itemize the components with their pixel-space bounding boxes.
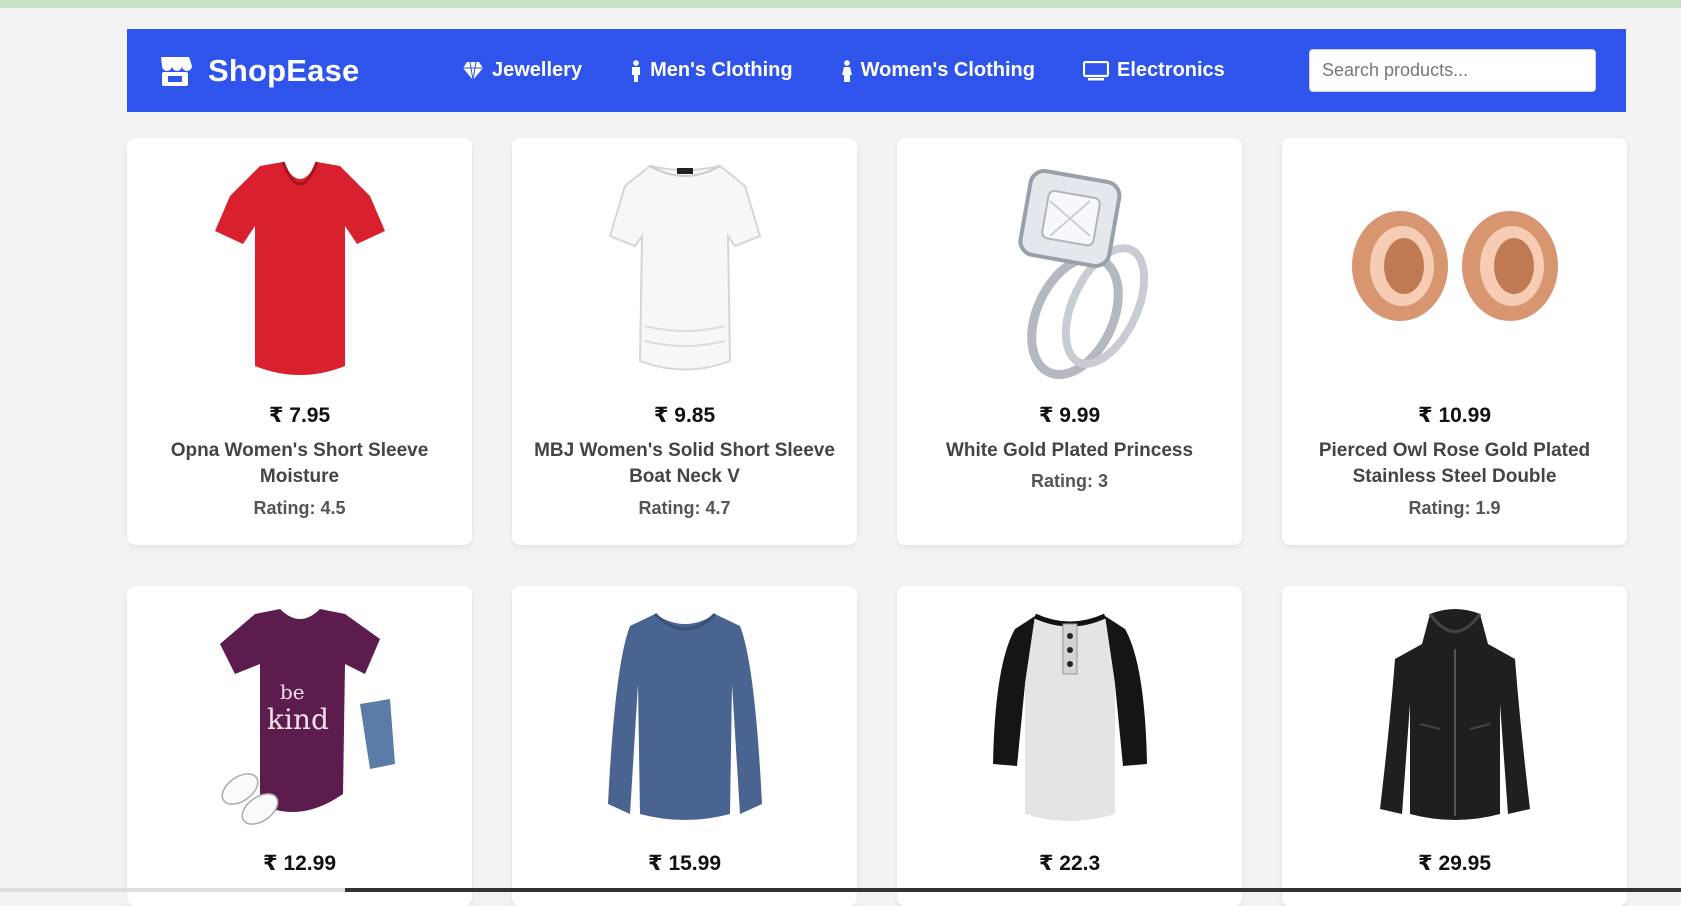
product-price: ₹ 9.99 bbox=[1038, 404, 1101, 427]
product-card[interactable]: ₹ 7.95 Opna Women's Short Sleeve Moistur… bbox=[127, 138, 472, 545]
henley-shirt-image bbox=[992, 613, 1147, 821]
nav-electronics-label: Electronics bbox=[1116, 59, 1225, 81]
bottom-scrollbar[interactable] bbox=[0, 888, 1681, 892]
nav-jewellery[interactable]: Jewellery bbox=[462, 59, 582, 82]
nav-mens-clothing-label: Men's Clothing bbox=[650, 59, 793, 81]
product-title[interactable]: White Gold Plated Princess bbox=[917, 438, 1222, 464]
browser-top-strip bbox=[0, 0, 1681, 8]
white-top-image bbox=[608, 164, 761, 371]
product-price: ₹ 12.99 bbox=[263, 852, 336, 875]
product-title[interactable]: Pierced Owl Rose Gold Plated Stainless S… bbox=[1302, 438, 1607, 490]
black-jacket-image bbox=[1379, 609, 1530, 820]
brand-logo[interactable]: ShopEase bbox=[157, 29, 359, 112]
product-image-purple-tshirt[interactable]: be kind bbox=[127, 604, 472, 834]
product-image-blue-shirt[interactable] bbox=[512, 604, 857, 834]
product-rating: Rating: 3 bbox=[1030, 471, 1108, 491]
rose-gold-plugs-image bbox=[1351, 211, 1558, 321]
scrollbar-thumb[interactable] bbox=[345, 888, 1681, 892]
product-card[interactable]: be kind ₹ 12.99 bbox=[127, 586, 472, 906]
product-price: ₹ 9.85 bbox=[653, 404, 716, 427]
product-price: ₹ 7.95 bbox=[268, 404, 331, 427]
product-card[interactable]: ₹ 22.3 bbox=[897, 586, 1242, 906]
svg-text:kind: kind bbox=[267, 703, 329, 736]
purple-tshirt-image: be kind bbox=[219, 609, 395, 825]
product-card[interactable]: ₹ 9.99 White Gold Plated Princess Rating… bbox=[897, 138, 1242, 545]
ring-image bbox=[1017, 169, 1148, 379]
male-icon bbox=[632, 59, 641, 82]
product-image-plugs[interactable] bbox=[1282, 156, 1627, 386]
product-image-ring[interactable] bbox=[897, 156, 1242, 386]
product-image-white-top[interactable] bbox=[512, 156, 857, 386]
product-title[interactable]: Opna Women's Short Sleeve Moisture bbox=[147, 438, 452, 490]
product-image-red-tshirt[interactable] bbox=[127, 156, 472, 386]
search-input[interactable] bbox=[1309, 49, 1596, 92]
desktop-icon bbox=[1082, 60, 1109, 80]
nav-jewellery-label: Jewellery bbox=[492, 59, 583, 81]
nav-womens-clothing[interactable]: Women's Clothing bbox=[841, 59, 1035, 82]
navbar: ShopEase Jewellery Men's Clothing Women'… bbox=[127, 29, 1626, 112]
product-rating: Rating: 4.5 bbox=[253, 498, 346, 518]
nav-mens-clothing[interactable]: Men's Clothing bbox=[630, 59, 793, 82]
product-price: ₹ 15.99 bbox=[648, 852, 721, 875]
product-rating: Rating: 1.9 bbox=[1408, 498, 1501, 518]
blue-shirt-image bbox=[607, 612, 762, 820]
product-card[interactable]: ₹ 10.99 Pierced Owl Rose Gold Plated Sta… bbox=[1282, 138, 1627, 545]
product-image-jacket[interactable] bbox=[1282, 604, 1627, 834]
product-image-henley[interactable] bbox=[897, 604, 1242, 834]
svg-text:be: be bbox=[280, 680, 305, 704]
store-icon bbox=[161, 56, 192, 86]
product-price: ₹ 22.3 bbox=[1038, 852, 1101, 875]
nav-womens-clothing-label: Women's Clothing bbox=[860, 59, 1035, 81]
product-price: ₹ 10.99 bbox=[1418, 404, 1491, 427]
product-card[interactable]: ₹ 9.85 MBJ Women's Solid Short Sleeve Bo… bbox=[512, 138, 857, 545]
nav-links: Jewellery Men's Clothing Women's Clothin… bbox=[462, 29, 1273, 112]
nav-electronics[interactable]: Electronics bbox=[1082, 59, 1225, 82]
female-icon bbox=[841, 59, 852, 82]
product-card[interactable]: ₹ 15.99 bbox=[512, 586, 857, 906]
brand-name: ShopEase bbox=[208, 52, 360, 88]
product-price: ₹ 29.95 bbox=[1418, 852, 1491, 875]
red-tshirt-image bbox=[214, 161, 385, 375]
product-card[interactable]: ₹ 29.95 bbox=[1282, 586, 1627, 906]
diamond-icon bbox=[463, 61, 483, 80]
product-title[interactable]: MBJ Women's Solid Short Sleeve Boat Neck… bbox=[532, 438, 837, 490]
product-rating: Rating: 4.7 bbox=[638, 498, 731, 518]
